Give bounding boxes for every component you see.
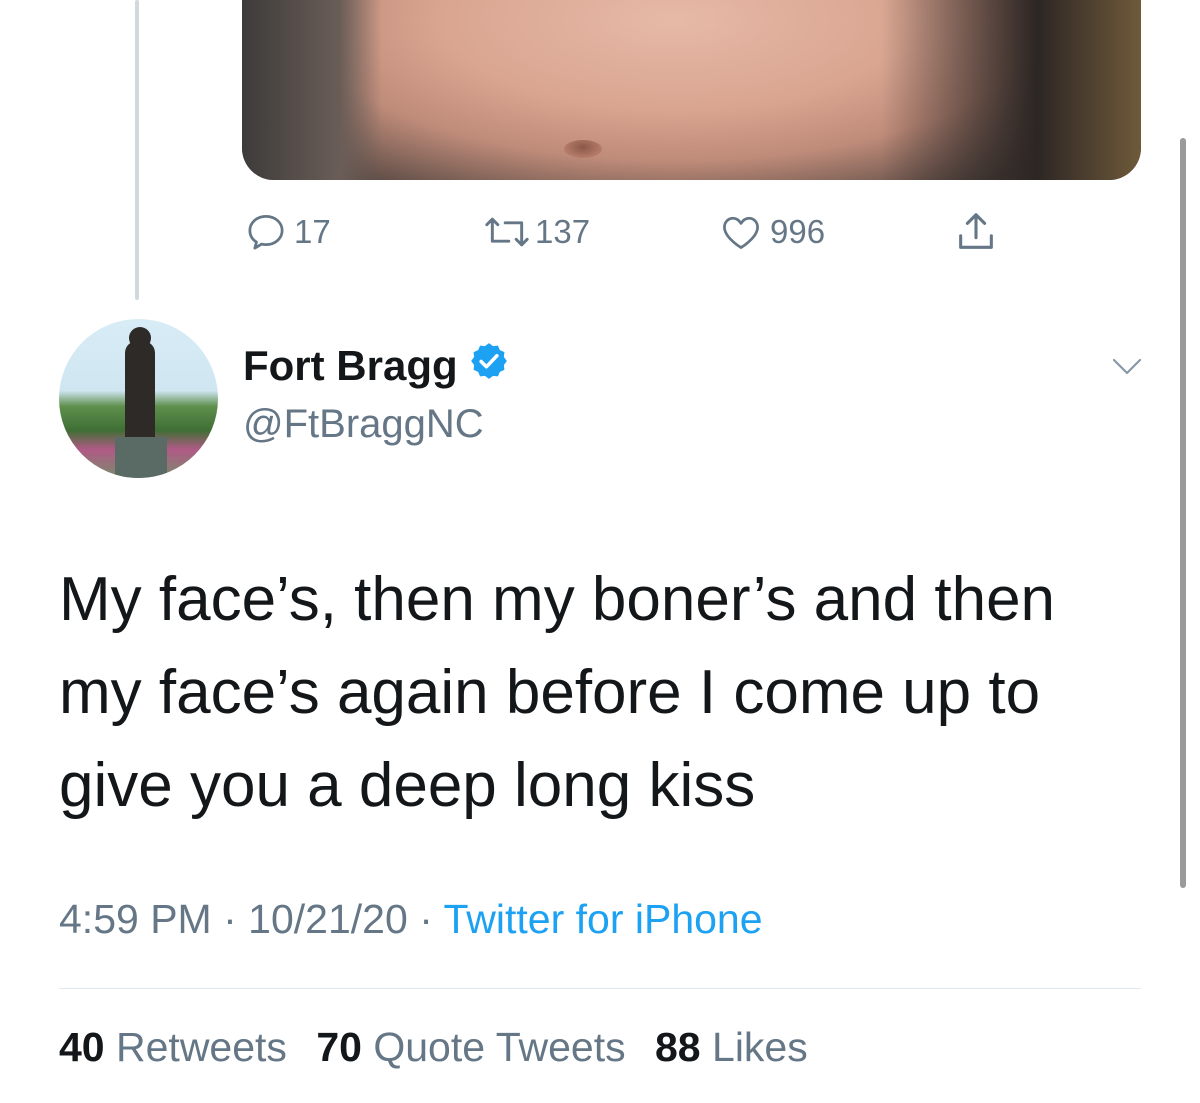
like-count: 996 (770, 213, 826, 250)
reply-count: 17 (294, 213, 331, 250)
retweet-button[interactable]: 137 (481, 204, 590, 260)
tweet-text: My face’s, then my boner’s and then my f… (59, 565, 1056, 820)
retweet-icon (481, 210, 533, 254)
chevron-down-icon[interactable] (1112, 356, 1142, 381)
verified-badge-icon (468, 340, 510, 392)
share-icon (953, 209, 999, 255)
meta-separator: · (223, 896, 237, 942)
reply-button[interactable]: 17 (244, 204, 331, 260)
divider (59, 988, 1141, 989)
quote-tweets-stat[interactable]: 70 Quote Tweets (316, 1024, 637, 1070)
scrollbar[interactable] (1180, 138, 1186, 888)
likes-label: Likes (712, 1024, 808, 1070)
avatar-pedestal (115, 437, 167, 478)
retweet-count: 137 (535, 213, 591, 250)
author-name-text: Fort Bragg (243, 342, 458, 389)
like-icon (718, 210, 764, 254)
avatar[interactable] (59, 319, 218, 478)
author-name[interactable]: Fort Bragg (243, 340, 510, 392)
meta-separator: · (419, 896, 433, 942)
parent-tweet-actions: 17 137 996 (0, 204, 1200, 260)
retweets-stat[interactable]: 40 Retweets (59, 1024, 298, 1070)
like-button[interactable]: 996 (718, 204, 825, 260)
author-handle[interactable]: @FtBraggNC (243, 402, 484, 447)
retweets-label: Retweets (116, 1024, 287, 1070)
tweet-source-link[interactable]: Twitter for iPhone (444, 896, 763, 942)
tweet-date: 10/21/20 (248, 896, 408, 942)
retweets-count: 40 (59, 1024, 105, 1070)
media-shade-right (881, 0, 1141, 180)
tweet-metadata: 4:59 PM · 10/21/20 · Twitter for iPhone (59, 896, 763, 943)
likes-count: 88 (655, 1024, 701, 1070)
likes-stat[interactable]: 88 Likes (655, 1024, 808, 1070)
quote-tweets-count: 70 (316, 1024, 362, 1070)
tweet-stats: 40 Retweets 70 Quote Tweets 88 Likes (59, 1024, 826, 1071)
tweet-time: 4:59 PM (59, 896, 212, 942)
parent-tweet-media[interactable] (242, 0, 1141, 180)
reply-icon (244, 210, 288, 254)
share-button[interactable] (953, 204, 999, 260)
media-detail (564, 140, 602, 158)
media-shade-left (242, 0, 382, 180)
avatar-statue-body (125, 341, 155, 441)
quote-tweets-label: Quote Tweets (373, 1024, 626, 1070)
